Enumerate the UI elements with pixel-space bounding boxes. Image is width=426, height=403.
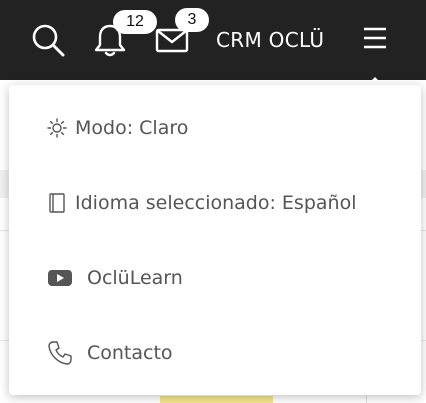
hamburger-icon[interactable] (362, 25, 388, 51)
menu-item-theme-label: Modo: Claro (75, 117, 189, 139)
menu-item-theme[interactable]: Modo: Claro (9, 98, 426, 158)
background-highlight (160, 396, 273, 403)
sun-icon (47, 118, 67, 138)
top-navbar: 12 3 CRM OCLÜ (0, 0, 426, 80)
book-icon (47, 192, 67, 214)
menu-item-contact[interactable]: Contacto (9, 323, 426, 383)
menu-item-ocluelearn[interactable]: OclüLearn (9, 248, 426, 308)
menu-item-language[interactable]: Idioma seleccionado: Español (9, 173, 426, 233)
notifications-badge: 12 (113, 10, 157, 34)
settings-dropdown-menu: Modo: Claro Idioma seleccionado: Español… (9, 85, 421, 395)
messages-badge: 3 (175, 8, 209, 32)
youtube-icon (47, 268, 73, 288)
menu-item-ocluelearn-label: OclüLearn (87, 267, 183, 289)
menu-item-language-label: Idioma seleccionado: Español (75, 192, 357, 214)
phone-icon (47, 340, 73, 366)
search-icon[interactable] (31, 23, 65, 57)
brand-title[interactable]: CRM OCLÜ (216, 28, 324, 52)
menu-item-contact-label: Contacto (87, 342, 173, 364)
